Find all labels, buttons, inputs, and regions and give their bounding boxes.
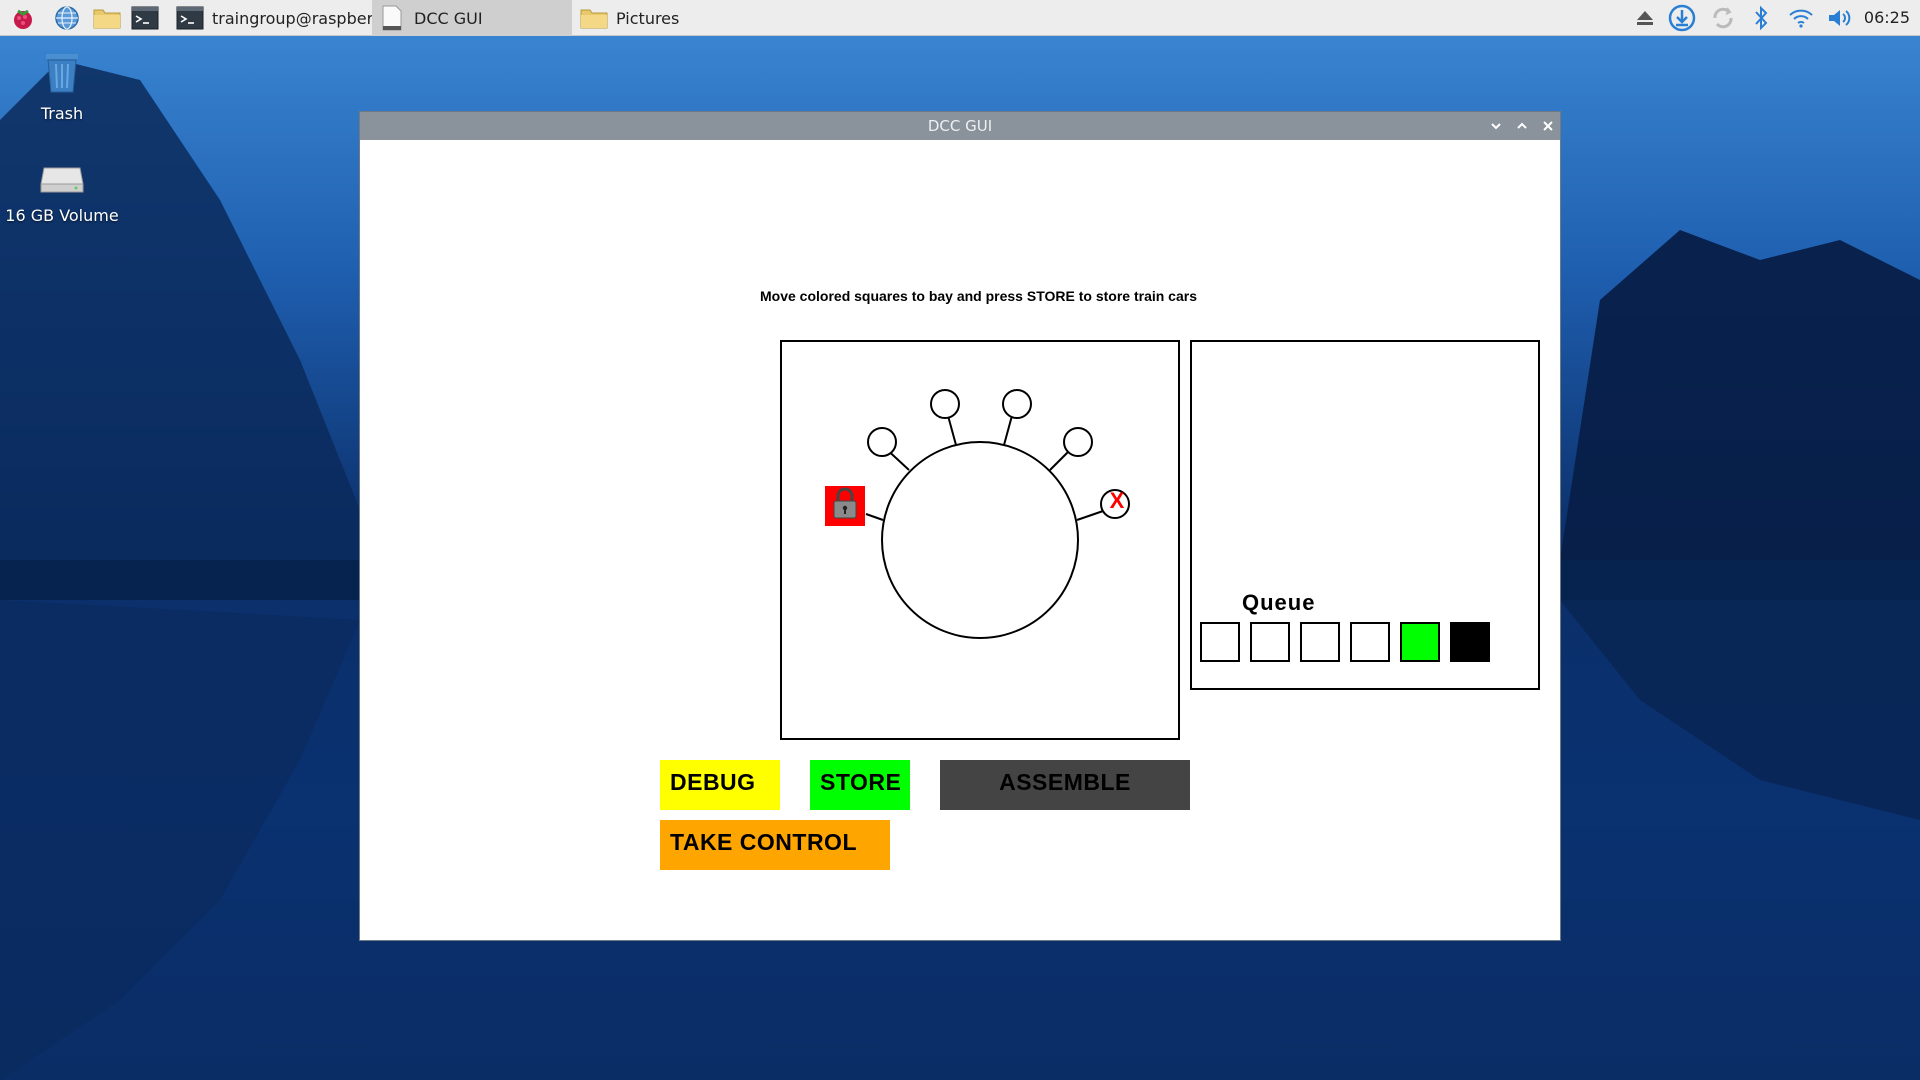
drive-icon [40, 167, 84, 193]
trash-desktop-icon[interactable]: Trash [0, 48, 127, 123]
chevron-down-icon [1491, 123, 1501, 130]
queue-slot-1[interactable] [1200, 622, 1240, 662]
sync-icon[interactable] [1708, 4, 1738, 32]
trash-icon [46, 54, 78, 93]
queue-slot-3[interactable] [1300, 622, 1340, 662]
bay-3[interactable] [1002, 389, 1032, 419]
dcc-gui-window: DCC GUI Move colored squares to bay and … [360, 112, 1560, 940]
task-pictures[interactable]: Pictures [574, 0, 734, 36]
debug-button[interactable]: DEBUG [660, 760, 780, 810]
volume-desktop-icon[interactable]: 16 GB Volume [0, 158, 127, 225]
bay-2[interactable] [930, 389, 960, 419]
folder-icon [580, 5, 608, 31]
task-terminal[interactable]: traingroup@raspberr.. [170, 0, 388, 36]
queue-title: Queue [1242, 590, 1316, 615]
maximize-button[interactable] [1512, 116, 1532, 136]
browser-globe-icon[interactable] [52, 4, 82, 32]
document-icon [378, 5, 406, 31]
bluetooth-icon[interactable] [1746, 4, 1776, 32]
bay-4[interactable] [1063, 427, 1093, 457]
wifi-icon[interactable] [1786, 4, 1816, 32]
close-icon [1543, 121, 1553, 131]
volume-label: 16 GB Volume [5, 206, 119, 225]
window-title: DCC GUI [927, 117, 993, 135]
task-label: traingroup@raspberr.. [212, 8, 389, 28]
clock[interactable]: 06:25 [1864, 0, 1910, 36]
queue-slot-2[interactable] [1250, 622, 1290, 662]
turntable-panel: X [780, 340, 1180, 740]
turntable-diagram [825, 389, 1130, 639]
turntable-circle[interactable] [881, 441, 1079, 639]
task-label: Pictures [616, 8, 680, 28]
raspberry-menu-icon[interactable] [8, 4, 38, 32]
minimize-button[interactable] [1486, 116, 1506, 136]
queue-slot-4[interactable] [1350, 622, 1390, 662]
chevron-up-icon [1517, 122, 1527, 129]
taskbar: traingroup@raspberr.. DCC GUI Pictures 0… [0, 0, 1920, 36]
assemble-button[interactable]: ASSEMBLE [940, 760, 1190, 810]
task-dcc-gui[interactable]: DCC GUI [372, 0, 572, 36]
file-manager-icon[interactable] [92, 4, 122, 32]
task-label: DCC GUI [414, 8, 483, 28]
take-control-button[interactable]: TAKE CONTROL [660, 820, 890, 870]
terminal-launcher-icon[interactable] [130, 4, 160, 32]
terminal-icon [176, 5, 204, 31]
eject-icon[interactable] [1630, 4, 1660, 32]
window-titlebar[interactable]: DCC GUI [360, 112, 1560, 140]
trash-label: Trash [40, 104, 84, 123]
close-button[interactable] [1538, 116, 1558, 136]
instruction-text: Move colored squares to bay and press ST… [760, 288, 1197, 304]
queue-panel: Queue [1190, 340, 1540, 690]
queue-slot-6[interactable] [1450, 622, 1490, 662]
blocked-x-icon: X [1109, 488, 1125, 513]
store-button[interactable]: STORE [810, 760, 910, 810]
volume-icon[interactable] [1826, 4, 1856, 32]
queue-slot-5[interactable] [1400, 622, 1440, 662]
updates-download-icon[interactable] [1667, 4, 1697, 32]
bay-1[interactable] [867, 427, 897, 457]
